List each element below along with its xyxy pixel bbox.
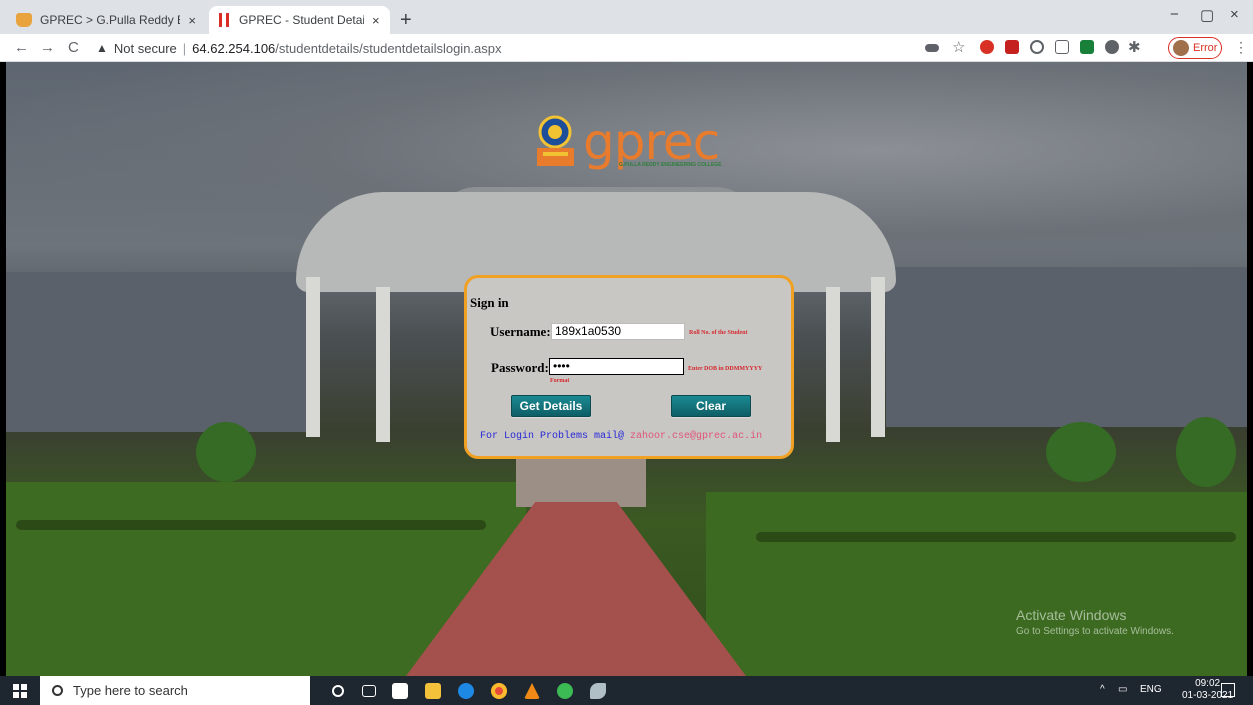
tab-title: GPREC > G.Pulla Reddy Engineer <box>40 13 180 27</box>
new-tab-button[interactable]: + <box>400 9 412 32</box>
tree <box>196 422 256 482</box>
tab-close-icon[interactable]: × <box>188 13 196 28</box>
file-explorer-icon[interactable] <box>425 683 441 699</box>
close-window-button[interactable]: × <box>1230 6 1239 23</box>
username-input[interactable]: 189x1a0530 <box>551 323 685 340</box>
tree <box>1176 417 1236 487</box>
chrome-icon[interactable] <box>491 683 507 699</box>
password-label: Password: <box>491 360 549 375</box>
clear-button[interactable]: Clear <box>671 395 751 417</box>
url-input[interactable]: ▲ Not secure | 64.62.254.106 /studentdet… <box>96 37 906 59</box>
search-placeholder: Type here to search <box>73 683 188 698</box>
sign-in-heading: Sign in <box>470 295 509 310</box>
minimize-button[interactable]: − <box>1170 6 1179 23</box>
logo-subtitle: G.PULLA REDDY ENGINEERING COLLEGE <box>619 162 722 168</box>
profile-label: Error <box>1193 42 1218 54</box>
college-emblem-icon <box>537 115 574 166</box>
watermark-subtitle: Go to Settings to activate Windows. <box>1016 626 1174 637</box>
hedge <box>16 520 486 530</box>
browser-menu-icon[interactable]: ⋮ <box>1234 39 1248 56</box>
building-right <box>886 267 1247 427</box>
windows-taskbar: Type here to search ^ ▭ ENG 09:02 01-03-… <box>0 676 1253 705</box>
avatar <box>1173 40 1189 56</box>
browser-tab-bar: GPREC > G.Pulla Reddy Engineer × GPREC -… <box>0 0 1253 34</box>
help-label: For Login Problems mail@ <box>480 431 625 442</box>
profile-error-button[interactable]: Error <box>1168 37 1222 59</box>
edge-icon[interactable] <box>458 683 474 699</box>
building-left <box>6 272 306 432</box>
username-label: Username: <box>490 324 551 339</box>
utorrent-icon[interactable] <box>557 683 573 699</box>
circle-extension-icon[interactable] <box>1030 40 1044 54</box>
page-background: gprec G.PULLA REDDY ENGINEERING COLLEGE … <box>6 62 1247 676</box>
tab-gprec-home[interactable]: GPREC > G.Pulla Reddy Engineer × <box>6 6 206 34</box>
tab-close-icon[interactable]: × <box>372 13 380 28</box>
forward-button[interactable]: → <box>40 39 55 56</box>
search-icon <box>52 685 63 696</box>
help-email-link[interactable]: zahoor.cse@gprec.ac.in <box>630 431 762 442</box>
task-view-icon[interactable] <box>362 685 376 697</box>
lawn-right <box>706 492 1247 676</box>
bookmark-star-icon[interactable]: ☆ <box>952 38 965 56</box>
pillar <box>871 277 885 437</box>
vlc-icon[interactable] <box>524 683 540 699</box>
shield-extension-icon[interactable] <box>1105 40 1119 54</box>
url-host: 64.62.254.106 <box>192 40 276 56</box>
security-label: Not secure <box>113 40 177 56</box>
cortana-icon[interactable] <box>332 685 344 697</box>
college-logo: gprec G.PULLA REDDY ENGINEERING COLLEGE <box>533 114 743 174</box>
address-bar-row: ← → C ▲ Not secure | 64.62.254.106 /stud… <box>0 34 1253 62</box>
taskbar-search-input[interactable]: Type here to search <box>40 676 310 705</box>
activate-windows-watermark: Activate Windows Go to Settings to activ… <box>1016 607 1174 637</box>
warning-icon: ▲ <box>96 41 108 55</box>
page-favicon-icon <box>219 13 229 27</box>
notification-icon[interactable] <box>1221 683 1235 697</box>
password-hint-format: Format <box>550 378 570 384</box>
watermark-title: Activate Windows <box>1016 607 1127 623</box>
login-form: Sign in Username: 189x1a0530 Roll No. of… <box>464 275 794 459</box>
separator: | <box>182 40 187 56</box>
adblock-icon[interactable] <box>980 40 994 54</box>
tray-chevron-icon[interactable]: ^ <box>1100 684 1105 695</box>
maximize-button[interactable]: ▢ <box>1200 6 1214 24</box>
back-button[interactable]: ← <box>14 39 29 56</box>
password-input[interactable]: •••• <box>549 358 684 375</box>
gprec-favicon-icon <box>16 13 32 27</box>
tab-student-details-login[interactable]: GPREC - Student Details - LOGIN × <box>209 6 390 34</box>
pillar <box>376 287 390 442</box>
password-hint: Enter DOB in DDMMYYYY <box>688 366 763 372</box>
steps <box>516 457 646 507</box>
tree <box>1046 422 1116 482</box>
hedge <box>756 532 1236 542</box>
windows-start-icon[interactable] <box>13 684 27 698</box>
username-hint: Roll No. of the Student <box>689 330 748 336</box>
paint-icon[interactable] <box>590 683 606 699</box>
pillar <box>826 287 840 442</box>
get-details-button[interactable]: Get Details <box>511 395 591 417</box>
puzzle-extensions-icon[interactable]: ✱ <box>1128 38 1141 56</box>
store-icon[interactable] <box>392 683 408 699</box>
key-icon[interactable] <box>925 44 939 52</box>
m-extension-icon[interactable] <box>1055 40 1069 54</box>
reload-button[interactable]: C <box>68 39 79 56</box>
network-icon[interactable]: ▭ <box>1118 684 1127 695</box>
pillar <box>306 277 320 437</box>
language-indicator[interactable]: ENG <box>1140 684 1162 695</box>
login-help-text: For Login Problems mail@ zahoor.cse@gpre… <box>480 431 762 442</box>
url-path: /studentdetails/studentdetailslogin.aspx <box>275 40 502 56</box>
pdf-extension-icon[interactable] <box>1005 40 1019 54</box>
tab-title: GPREC - Student Details - LOGIN <box>239 13 364 27</box>
sheets-extension-icon[interactable] <box>1080 40 1094 54</box>
